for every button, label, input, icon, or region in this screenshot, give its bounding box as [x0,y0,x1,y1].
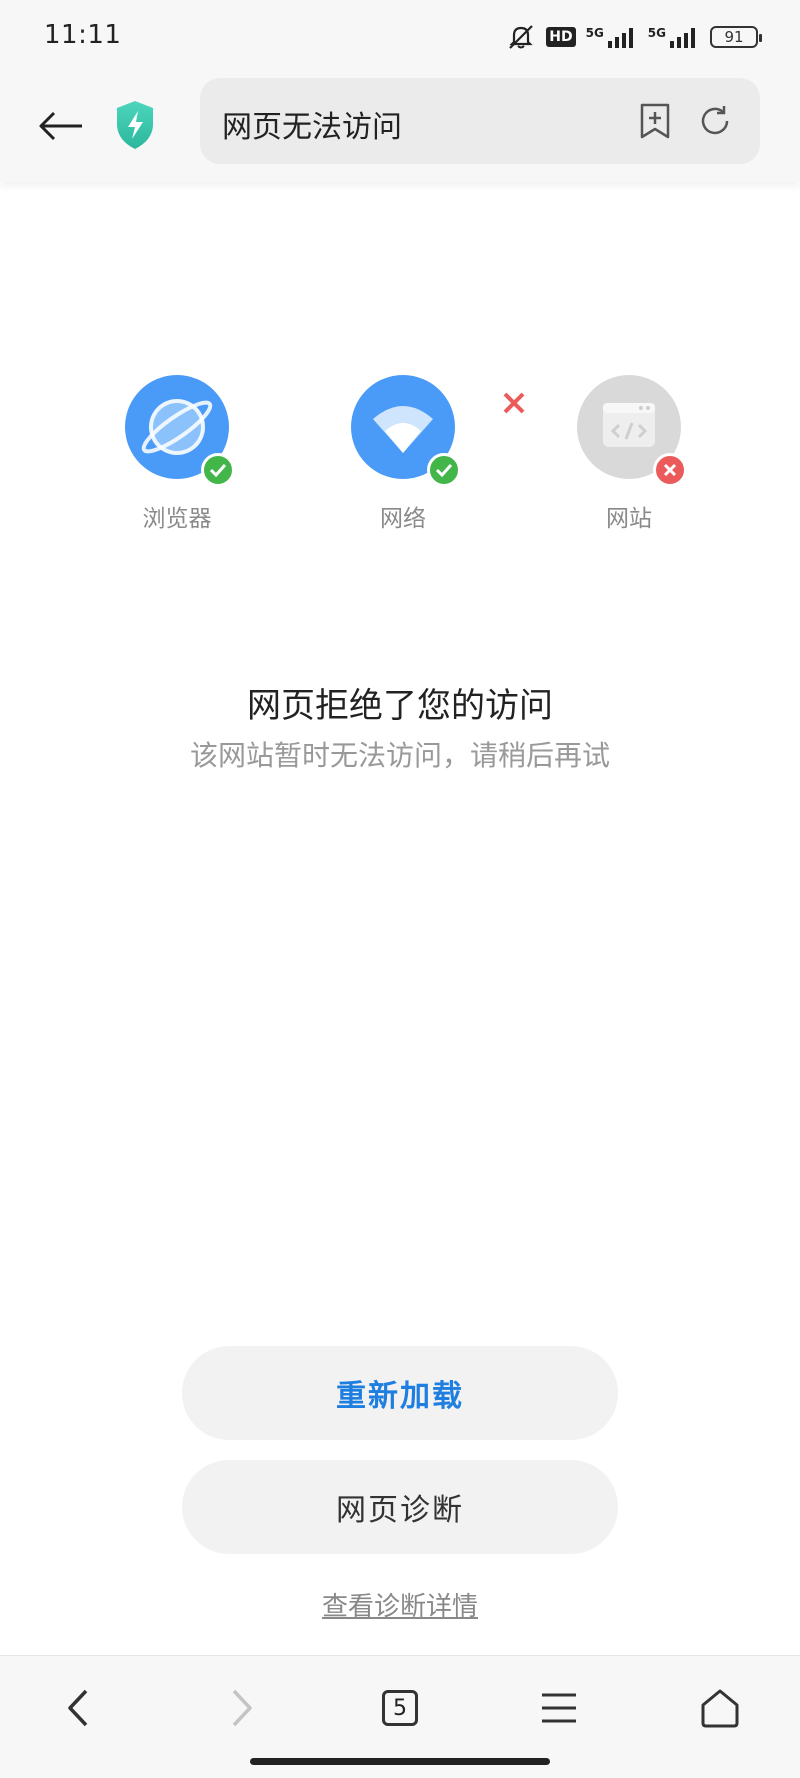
error-subtitle: 该网站暂时无法访问，请稍后再试 [189,739,610,772]
shield-icon[interactable] [113,98,157,152]
refresh-icon [701,106,729,135]
network-type-2: 5G [647,26,666,40]
muted-bell-icon [506,22,536,52]
home-button[interactable] [685,1678,755,1738]
ok-badge-icon [427,453,461,487]
error-title: 网页拒绝了您的访问 [247,686,553,726]
connection-failed-icon [499,388,529,418]
home-indicator[interactable] [250,1758,550,1765]
diagnostic-details-link[interactable]: 查看诊断详情 [0,1586,800,1623]
browser-toolbar: 网页无法访问 [0,70,800,182]
diagnose-button[interactable]: 网页诊断 [182,1460,618,1554]
diag-website: 网站 [574,375,687,535]
browser-planet-icon [125,375,235,487]
menu-icon [542,1693,576,1723]
signal-5g-icon: 5G [586,26,638,48]
error-badge-icon [653,453,687,487]
back-icon [68,1689,88,1727]
wifi-icon [351,375,461,487]
ok-badge-icon [201,453,235,487]
menu-button[interactable] [524,1678,594,1738]
hd-badge: HD [546,27,576,47]
status-icons: HD 5G 5G 91 [506,22,762,52]
nav-back-button[interactable] [44,1678,114,1738]
bookmark-add-button[interactable] [634,100,676,142]
refresh-button[interactable] [694,100,736,142]
home-icon [701,1689,739,1728]
address-bar[interactable]: 网页无法访问 [200,78,760,164]
battery-icon: 91 [710,26,762,48]
signal-5g-icon-2: 5G [648,26,700,48]
diag-browser: 浏览器 [122,375,235,535]
status-bar: 11:11 HD 5G 5G 91 [0,0,800,70]
reload-button[interactable]: 重新加载 [182,1346,618,1440]
diag-label-browser: 浏览器 [142,506,212,532]
network-type-1: 5G [585,26,604,40]
diag-label-network: 网络 [380,506,426,532]
diag-label-website: 网站 [606,506,652,532]
tabs-icon: 5 [382,1690,418,1726]
status-time: 11:11 [44,20,122,50]
code-window-icon [577,375,687,487]
tabs-button[interactable]: 5 [365,1678,435,1738]
nav-forward-button[interactable] [206,1678,276,1738]
back-button[interactable] [30,95,92,157]
diag-network: 网络 [348,375,461,535]
forward-icon [232,1689,252,1727]
back-arrow-icon [39,111,82,141]
page-title: 网页无法访问 [222,110,402,145]
bookmark-add-icon [640,103,670,139]
